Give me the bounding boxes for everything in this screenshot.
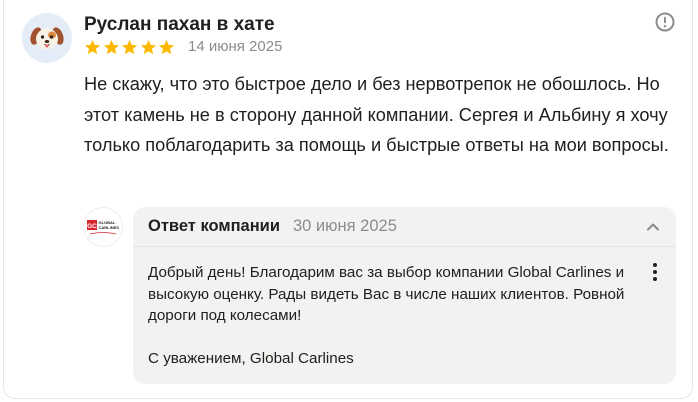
reply-header[interactable]: Ответ компании 30 июня 2025 [133, 207, 676, 247]
exclamation-circle-icon[interactable] [654, 11, 676, 33]
global-carlines-logo-icon: GC GLOBAL CARLINES [87, 220, 120, 235]
star-icon [122, 39, 138, 54]
reply-text: Добрый день! Благодарим вас за выбор ком… [148, 262, 628, 370]
star-rating [84, 37, 177, 57]
company-reply: Ответ компании 30 июня 2025 Добрый день!… [133, 207, 676, 384]
reply-signature: С уважением, Global Carlines [148, 350, 354, 367]
logo-text-line-2: CARLINES [99, 225, 120, 230]
reply-title: Ответ компании [148, 217, 280, 235]
vertical-dots-icon[interactable] [647, 261, 663, 283]
star-icon [159, 39, 175, 54]
reply-paragraph: Добрый день! Благодарим вас за выбор ком… [148, 264, 625, 324]
author-avatar[interactable] [22, 13, 72, 63]
star-icon [140, 39, 156, 54]
author-name[interactable]: Руслан пахан в хате [84, 13, 275, 37]
review-date: 14 июня 2025 [188, 38, 283, 55]
chevron-up-icon[interactable] [645, 219, 661, 235]
review-text: Не скажу, что это быстрое дело и без нер… [84, 74, 669, 155]
star-icon [85, 39, 100, 54]
logo-mark: GC [87, 223, 97, 230]
dog-emoji-avatar-icon [30, 27, 64, 50]
reply-date: 30 июня 2025 [293, 217, 397, 235]
company-logo: GC GLOBAL CARLINES [83, 207, 123, 247]
star-icon [103, 39, 119, 54]
